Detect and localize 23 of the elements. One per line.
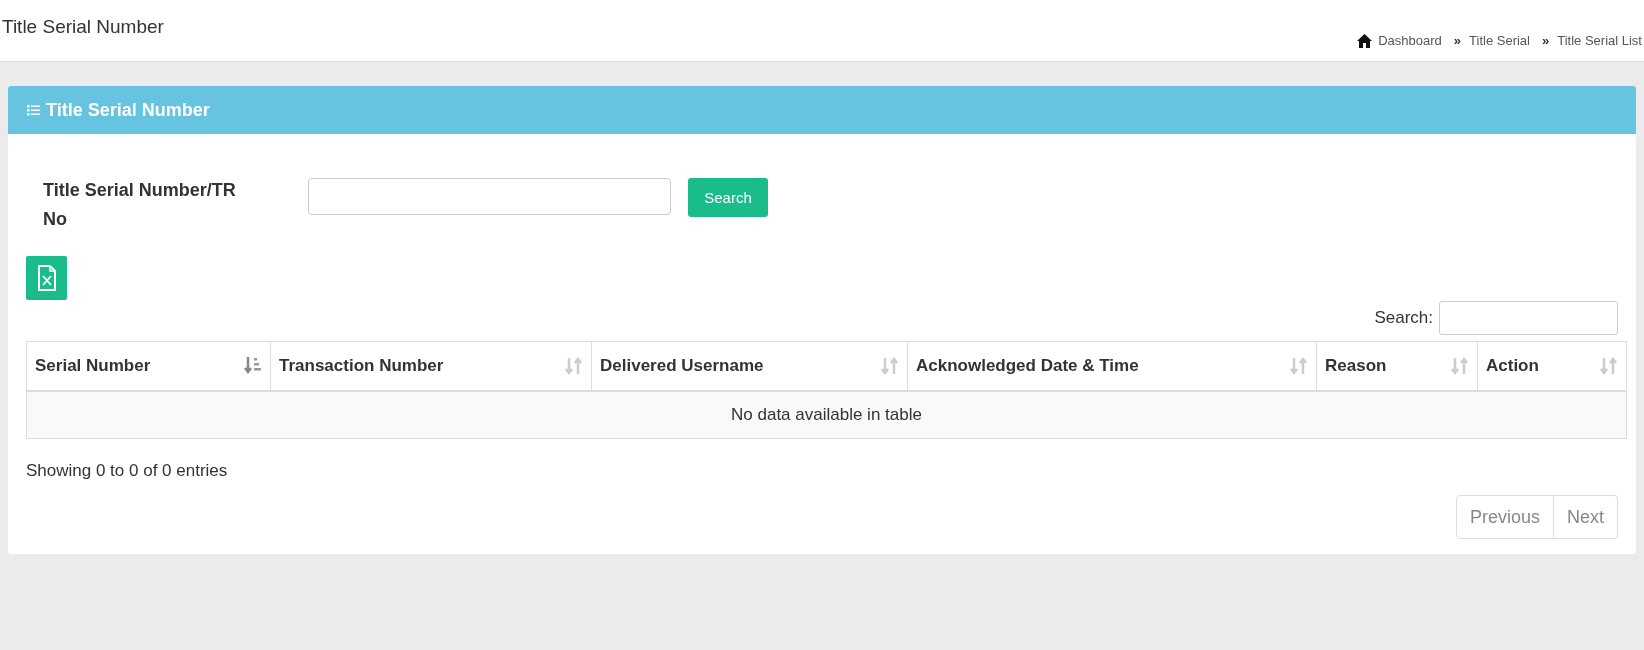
spreadsheet-file-icon bbox=[36, 265, 57, 291]
sort-icon bbox=[1451, 356, 1469, 376]
serial-number-input[interactable] bbox=[308, 178, 671, 215]
table-search-label: Search: bbox=[1374, 308, 1433, 328]
breadcrumb-link[interactable]: Dashboard bbox=[1378, 33, 1442, 48]
sort-icon bbox=[881, 356, 899, 376]
home-icon bbox=[1357, 33, 1373, 48]
table-search-input[interactable] bbox=[1439, 301, 1618, 335]
field-label: Title Serial Number/TR No bbox=[43, 179, 237, 231]
sort-icon bbox=[565, 356, 583, 376]
panel-title: Title Serial Number bbox=[46, 99, 210, 121]
excel-export-button[interactable] bbox=[26, 256, 67, 300]
page-title: Title Serial Number bbox=[2, 16, 164, 38]
entries-info: Showing 0 to 0 of 0 entries bbox=[26, 461, 229, 481]
empty-table-message: No data available in table bbox=[26, 391, 1627, 439]
breadcrumb-link[interactable]: Title Serial bbox=[1469, 33, 1530, 48]
breadcrumb-separator: » bbox=[1542, 33, 1550, 48]
breadcrumb-link[interactable]: Title Serial List bbox=[1557, 33, 1642, 48]
list-icon bbox=[27, 104, 40, 116]
sort-icon bbox=[1600, 356, 1618, 376]
sort-ascending-icon bbox=[244, 356, 262, 376]
breadcrumb-separator: » bbox=[1453, 33, 1462, 48]
sort-icon bbox=[1290, 356, 1308, 376]
